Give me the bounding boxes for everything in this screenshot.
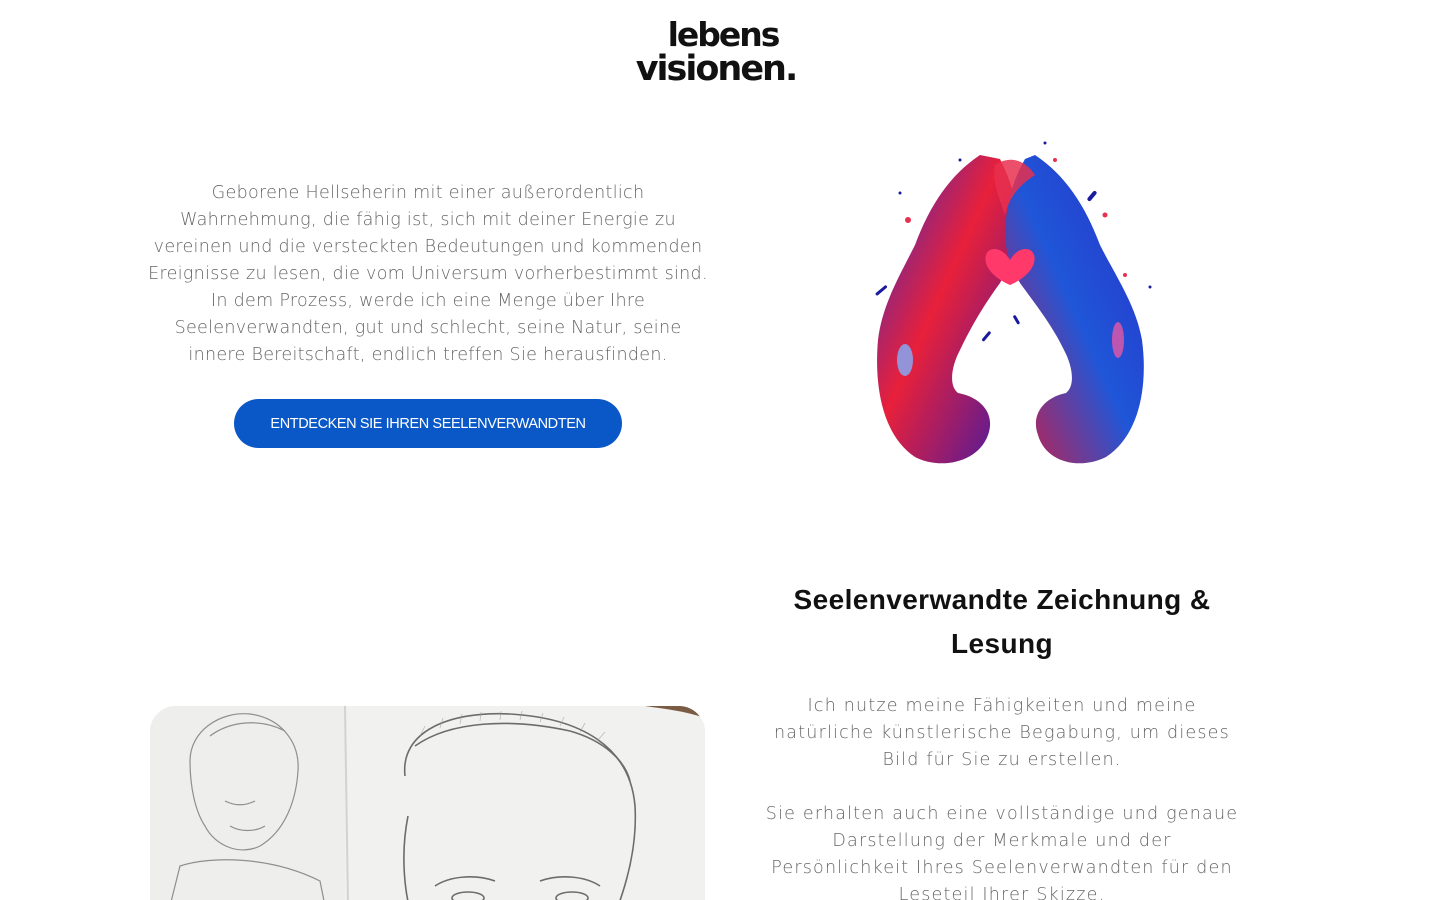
site-logo[interactable]: lebens visionen. xyxy=(620,18,820,94)
discover-soulmate-button[interactable]: ENTDECKEN SIE IHREN SEELENVERWANDTEN xyxy=(234,399,622,448)
heart-hands-image xyxy=(860,135,1160,470)
section-title: Seelenverwandte Zeichnung & Lesung xyxy=(793,584,1211,659)
section-paragraph-1: Ich nutze meine Fähigkeiten und meine na… xyxy=(774,696,1230,770)
section-description: Ich nutze meine Fähigkeiten und meine na… xyxy=(760,693,1244,900)
soulmate-sketch-image xyxy=(150,706,705,900)
logo-line-1: lebens xyxy=(667,15,781,54)
hero-description: Geborene Hellseherin mit einer außerorde… xyxy=(148,183,708,365)
section-paragraph-2: Sie erhalten auch eine vollständige und … xyxy=(765,804,1239,900)
logo-line-2: visionen. xyxy=(635,49,799,89)
page: lebens visionen. Geborene Hellseherin mi… xyxy=(0,0,1440,900)
